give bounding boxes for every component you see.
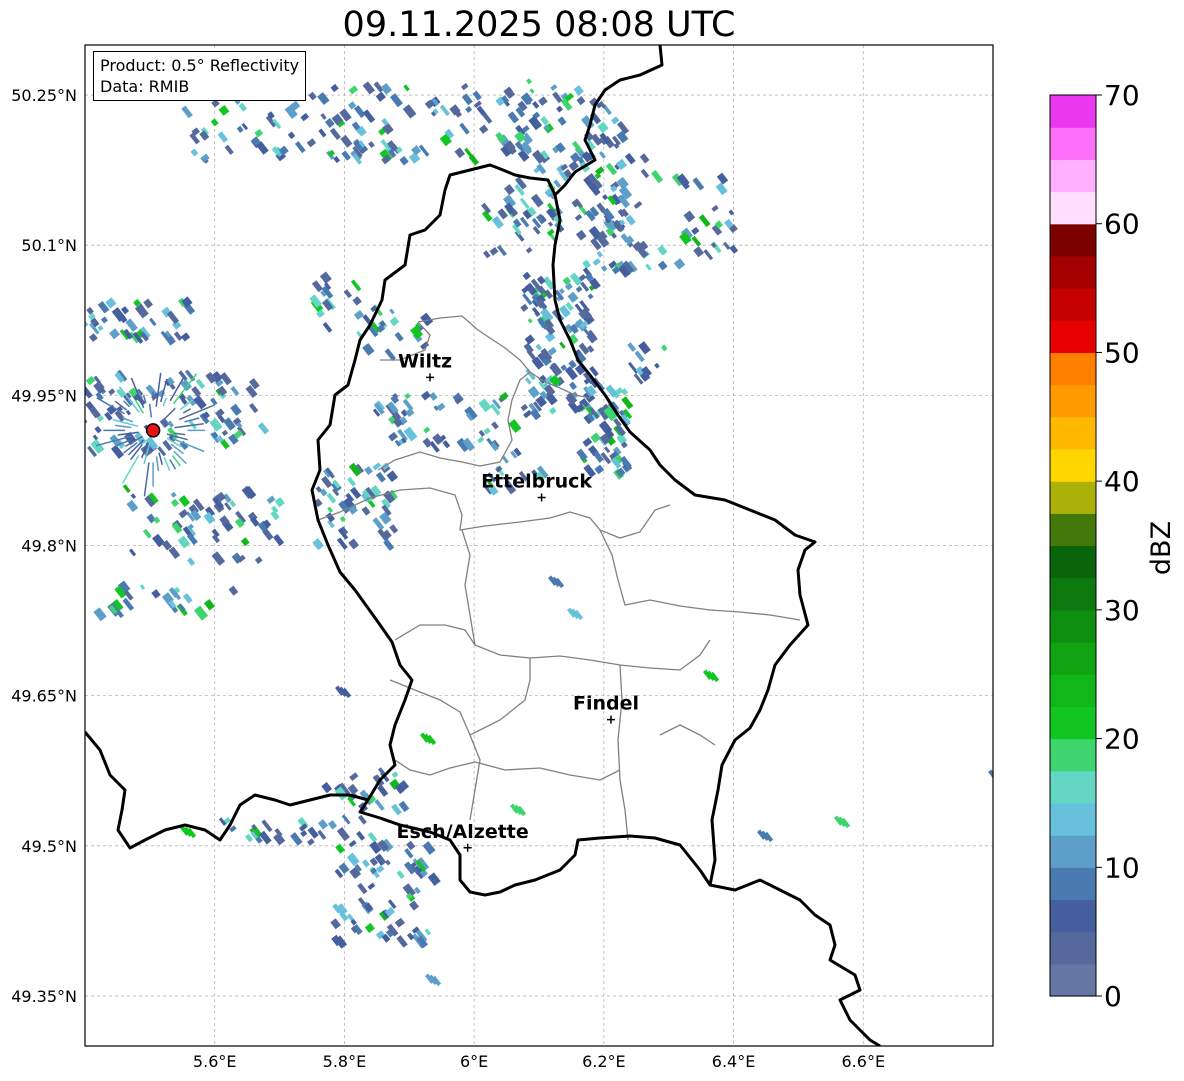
longitude-axis: 5.6°E 5.8°E 6°E 6.2°E 6.4°E 6.6°E bbox=[193, 1052, 885, 1071]
lat-tick-label: 49.35°N bbox=[11, 987, 77, 1006]
lat-tick-label: 49.8°N bbox=[21, 537, 77, 556]
lon-tick-label: 5.6°E bbox=[193, 1052, 237, 1071]
colorbar-swatch bbox=[1050, 159, 1096, 193]
colorbar-swatch bbox=[1050, 706, 1096, 740]
colorbar-swatch bbox=[1050, 384, 1096, 418]
colorbar-swatch bbox=[1050, 223, 1096, 257]
lat-tick-label: 49.65°N bbox=[11, 687, 77, 706]
radar-map: WiltzEttelbruckFindelEsch/Alzette 5.6°E 5… bbox=[11, 44, 994, 1071]
colorbar-swatch bbox=[1050, 288, 1096, 321]
colorbar-swatch bbox=[1050, 448, 1096, 482]
colorbar-tick-label: 60 bbox=[1104, 208, 1140, 241]
colorbar-swatch bbox=[1050, 513, 1096, 547]
colorbar-swatch bbox=[1050, 255, 1096, 289]
data-source-line: Data: RMIB bbox=[100, 77, 190, 96]
lon-tick-label: 6°E bbox=[460, 1052, 488, 1071]
colorbar-swatch bbox=[1050, 931, 1096, 965]
latitude-axis: 50.25°N 50.1°N 49.95°N 49.8°N 49.65°N 49.5°N 4… bbox=[11, 86, 77, 1006]
colorbar-tick-label: 20 bbox=[1104, 723, 1140, 756]
colorbar-swatch bbox=[1050, 963, 1096, 997]
colorbar-tick-label: 30 bbox=[1104, 594, 1140, 627]
product-line: Product: 0.5° Reflectivity bbox=[100, 56, 300, 75]
colorbar: 0 10 20 30 40 50 60 70 dBZ bbox=[1049, 80, 1177, 1013]
colorbar-tick-label: 0 bbox=[1104, 980, 1122, 1013]
colorbar-swatch bbox=[1050, 835, 1096, 868]
city-label: Wiltz bbox=[398, 350, 452, 372]
colorbar-swatch bbox=[1050, 481, 1096, 514]
colorbar-swatch bbox=[1050, 545, 1096, 579]
map-frame-background bbox=[85, 45, 993, 1046]
lat-tick-label: 49.5°N bbox=[21, 837, 77, 856]
colorbar-swatch bbox=[1050, 802, 1096, 836]
colorbar-swatch bbox=[1050, 738, 1096, 772]
colorbar-swatch bbox=[1050, 416, 1096, 450]
colorbar-swatch bbox=[1050, 674, 1096, 707]
lat-tick-label: 50.1°N bbox=[21, 236, 77, 255]
colorbar-tick-label: 10 bbox=[1104, 851, 1140, 884]
colorbar-swatch bbox=[1050, 899, 1096, 933]
radar-location-dot bbox=[145, 423, 161, 438]
colorbar-swatch bbox=[1050, 577, 1096, 611]
colorbar-swatch bbox=[1050, 95, 1096, 128]
colorbar-swatch bbox=[1050, 320, 1096, 354]
city-label: Esch/Alzette bbox=[397, 821, 529, 843]
colorbar-tick-label: 40 bbox=[1104, 465, 1140, 498]
city-label: Findel bbox=[573, 693, 639, 715]
colorbar-tick-label: 70 bbox=[1104, 80, 1140, 112]
colorbar-ticks: 0 10 20 30 40 50 60 70 bbox=[1096, 80, 1140, 1013]
lat-tick-label: 49.95°N bbox=[11, 386, 77, 405]
colorbar-swatch bbox=[1050, 191, 1096, 225]
colorbar-swatches bbox=[1050, 95, 1096, 997]
radar-site-marker bbox=[145, 423, 161, 438]
colorbar-swatch bbox=[1050, 609, 1096, 643]
lon-tick-label: 5.8°E bbox=[323, 1052, 367, 1071]
product-info-box: Product: 0.5° Reflectivity Data: RMIB bbox=[93, 51, 307, 101]
colorbar-tick-label: 50 bbox=[1104, 336, 1140, 369]
city-label: Ettelbruck bbox=[481, 470, 592, 492]
lon-tick-label: 6.6°E bbox=[842, 1052, 886, 1071]
colorbar-swatch bbox=[1050, 127, 1096, 160]
colorbar-swatch bbox=[1050, 770, 1096, 804]
lon-tick-label: 6.4°E bbox=[712, 1052, 756, 1071]
lon-tick-label: 6.2°E bbox=[582, 1052, 626, 1071]
colorbar-swatch bbox=[1050, 642, 1096, 675]
colorbar-label: dBZ bbox=[1146, 521, 1177, 575]
lat-tick-label: 50.25°N bbox=[11, 86, 77, 105]
colorbar-swatch bbox=[1050, 867, 1096, 901]
colorbar-swatch bbox=[1050, 352, 1096, 386]
